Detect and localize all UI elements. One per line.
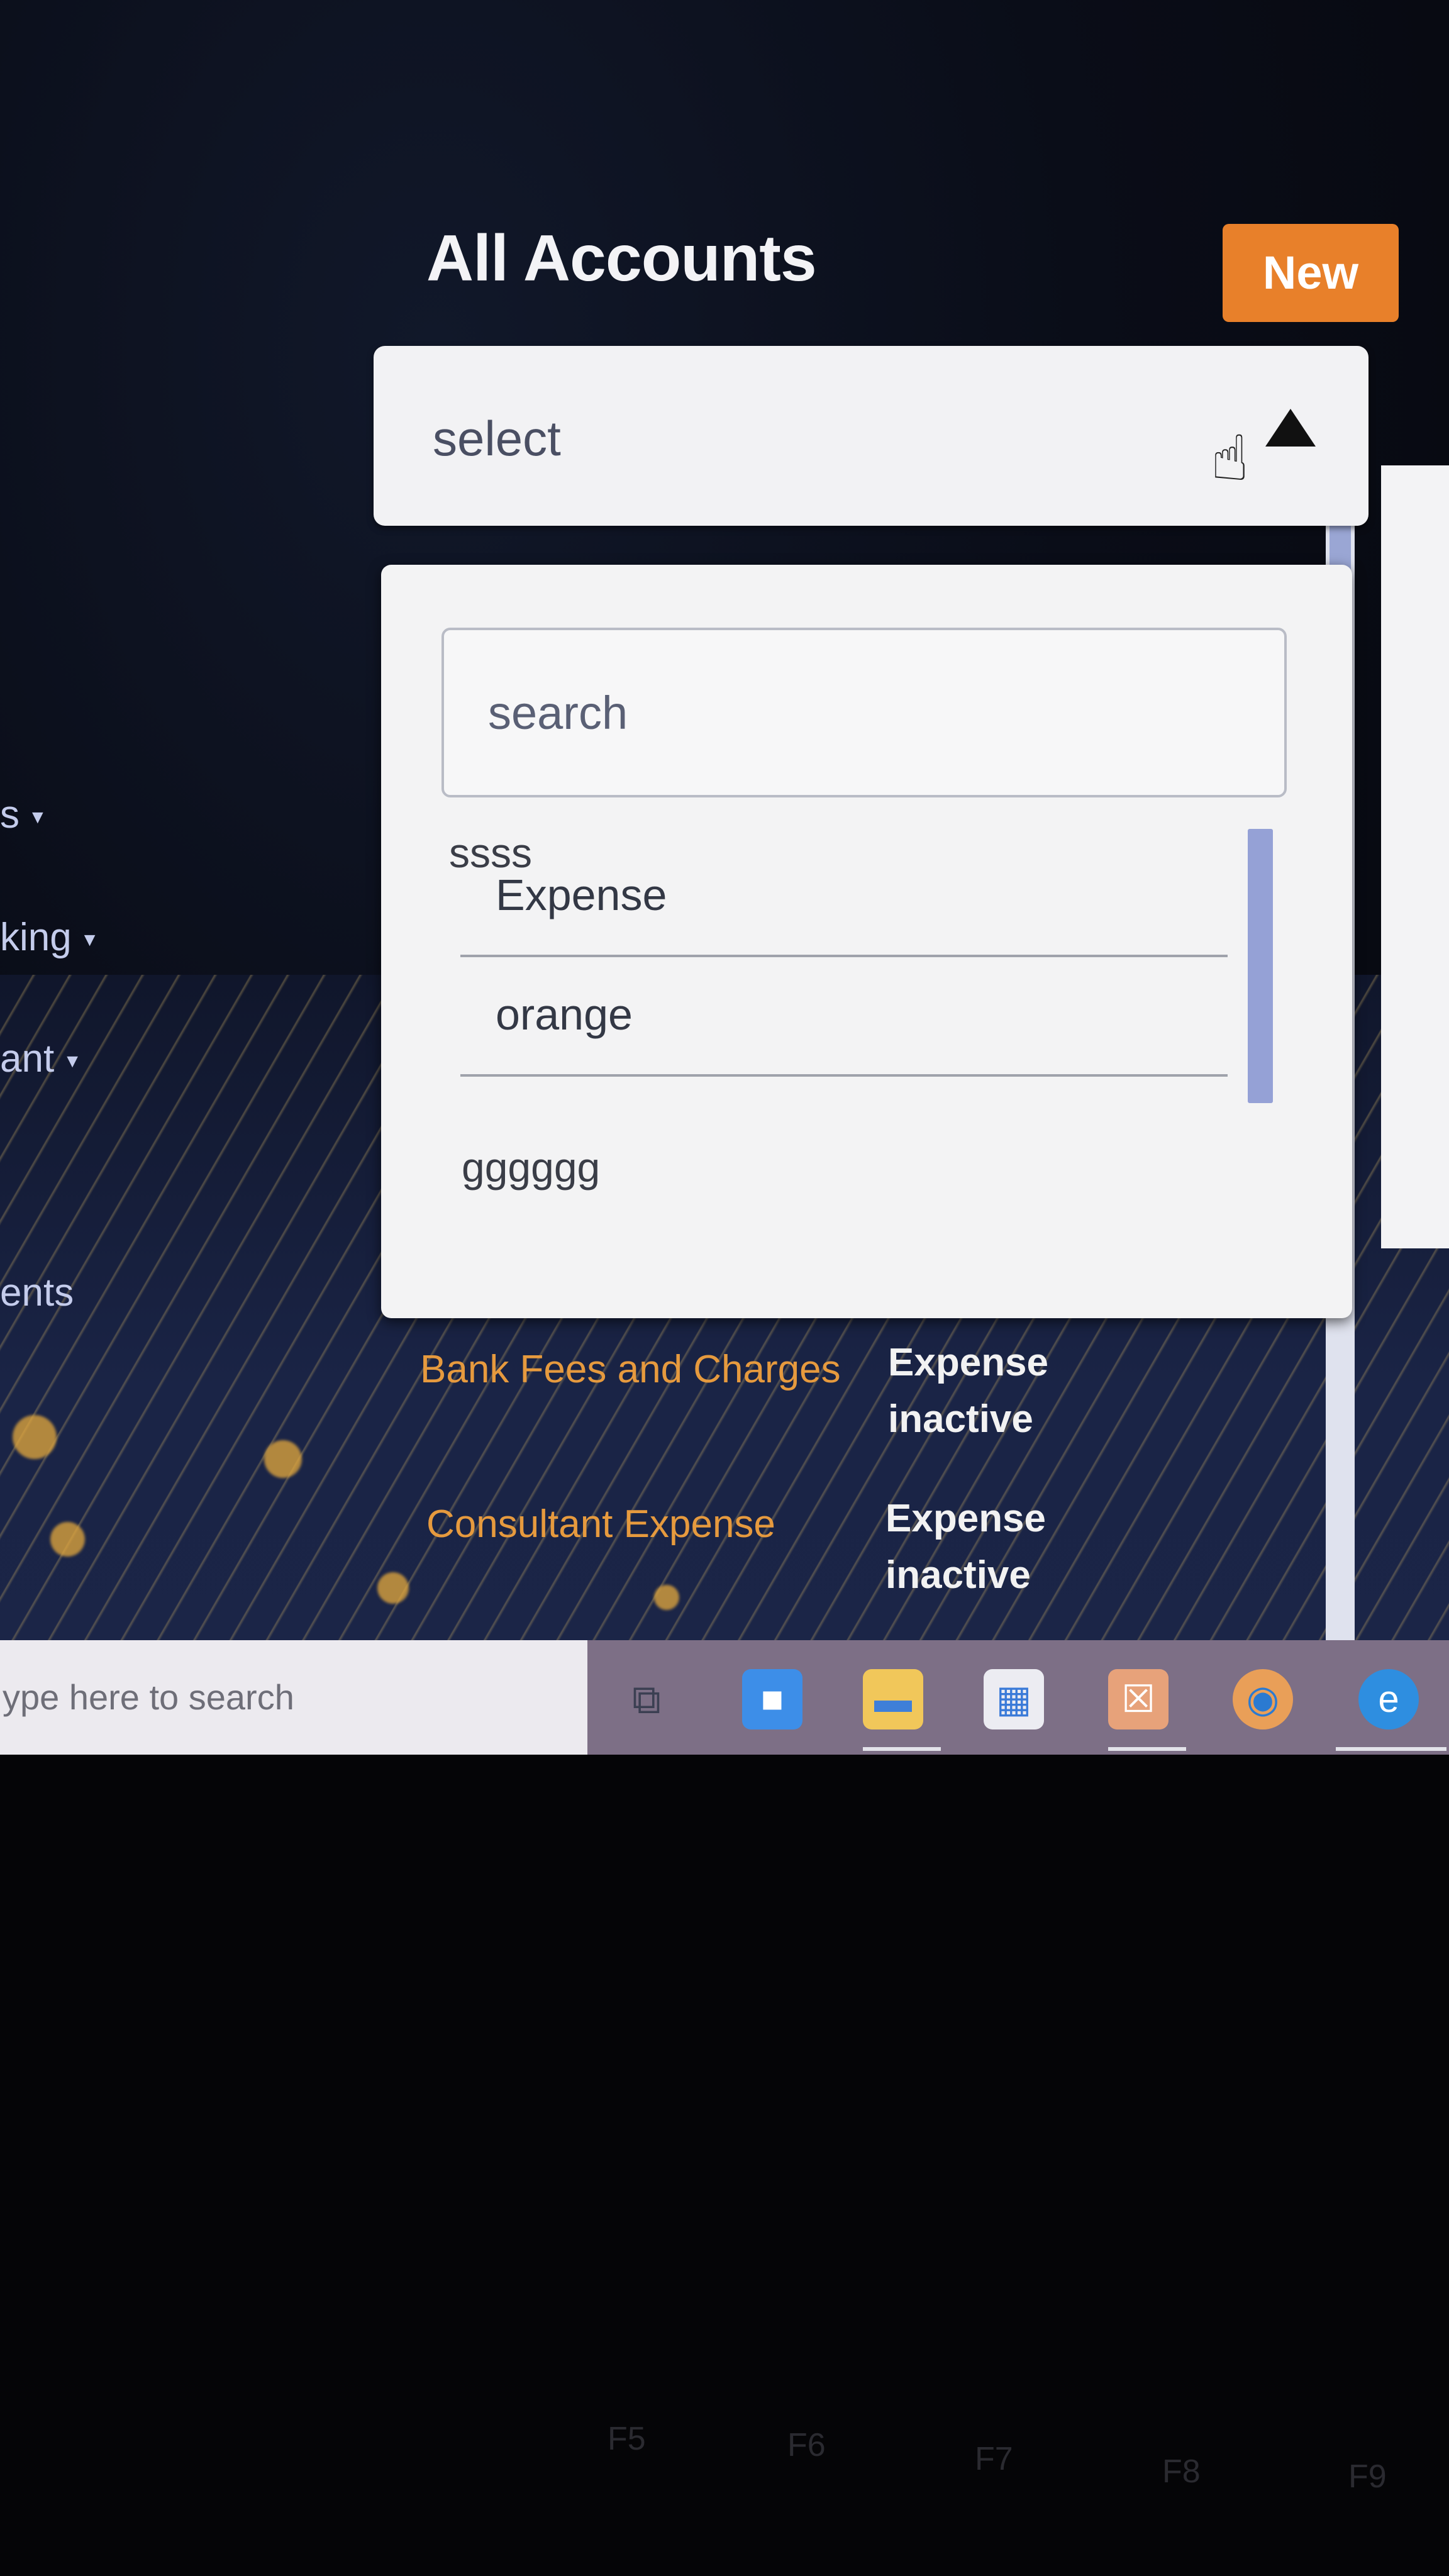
keyboard-key: F9 [1348,2458,1387,2495]
select-dropdown: ssss Expense orange gggggg [381,565,1352,1318]
account-type: Expense inactive [888,1335,1048,1448]
store-icon[interactable]: ▦ [984,1669,1044,1729]
running-indicator [1336,1747,1446,1751]
account-type-label: Expense [886,1497,1046,1540]
keyboard-key: F5 [608,2421,646,2457]
background-glow [13,1415,57,1459]
sidebar-item-label: ents [0,1271,74,1314]
account-status: inactive [888,1397,1033,1441]
background-glow [654,1585,679,1610]
account-name-link[interactable]: Bank Fees and Charges [420,1347,841,1392]
side-panel [1381,465,1449,1248]
page-title: All Accounts [426,222,817,295]
running-indicator [863,1747,941,1751]
dropdown-option[interactable]: Expense [460,843,1228,957]
new-account-button[interactable]: New [1223,224,1399,322]
select-value: select [433,411,561,466]
keyboard-key: F6 [787,2427,826,2463]
account-type-label: Expense [888,1341,1049,1384]
hand-cursor-icon: ☝ [1211,423,1249,494]
keyboard-key: F7 [975,2441,1013,2477]
dropdown-option[interactable]: orange [460,962,1228,1077]
xampp-icon[interactable]: ☒ [1108,1669,1169,1729]
background-glow [50,1522,85,1557]
option-group-label: gggggg [462,1144,601,1191]
background-glow [377,1572,409,1604]
sidebar-item[interactable]: ents [0,1270,74,1315]
chrome-icon[interactable]: ◉ [1233,1669,1293,1729]
account-name-link[interactable]: Consultant Expense [426,1502,775,1546]
sidebar-item[interactable]: king ▼ [0,915,99,960]
task-view-icon[interactable]: ⧉ [616,1669,677,1729]
account-status: inactive [886,1553,1031,1597]
caret-up-icon[interactable] [1265,409,1316,447]
caret-down-icon: ▼ [80,929,99,950]
dropdown-search-input[interactable] [441,628,1287,797]
caret-down-icon: ▼ [28,806,47,828]
background-glow [264,1440,302,1478]
sidebar-item-label: ant [0,1037,55,1080]
sidebar-item-label: s [0,793,19,836]
running-indicator [1108,1747,1186,1751]
keyboard-key: F8 [1162,2453,1201,2490]
sidebar-item[interactable]: ant ▼ [0,1036,82,1081]
account-type: Expense inactive [886,1491,1046,1604]
file-explorer-icon[interactable]: ▬ [863,1669,923,1729]
screen: s ▼ king ▼ ant ▼ ents All Accounts New Bank… [0,0,1449,1755]
sidebar-item-label: king [0,916,72,959]
taskbar: ype here to search ⧉ ■ ▬ ▦ ☒ ◉ e [0,1640,1449,1755]
edge-icon[interactable]: e [1358,1669,1419,1729]
taskbar-search[interactable]: ype here to search [0,1640,587,1755]
meet-icon[interactable]: ■ [742,1669,802,1729]
account-select[interactable]: select ☝ [374,346,1368,526]
sidebar-item[interactable]: s ▼ [0,792,47,837]
caret-down-icon: ▼ [63,1050,82,1072]
dropdown-scrollbar[interactable] [1248,829,1273,1103]
